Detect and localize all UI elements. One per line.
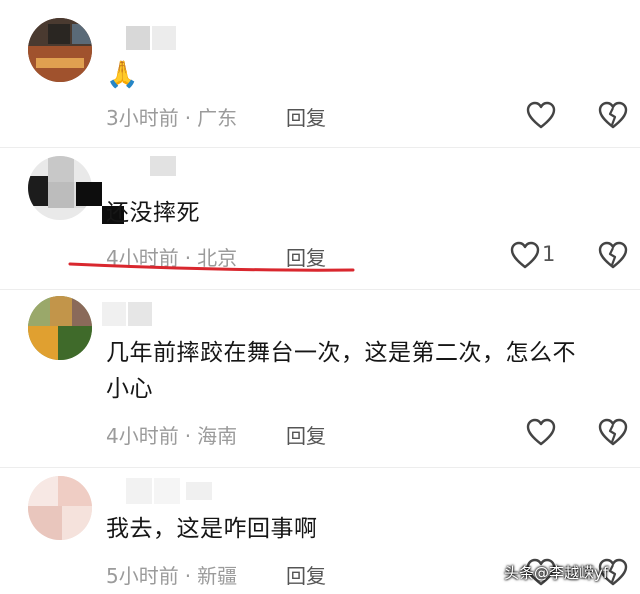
avatar-mosaic: [48, 182, 74, 208]
reply-button[interactable]: 回复: [286, 560, 326, 589]
avatar-mosaic: [72, 296, 92, 326]
comment-meta: 3小时前 · 广东: [106, 102, 237, 131]
avatar-mosaic: [72, 24, 92, 44]
comment-3: 几年前摔跤在舞台一次，这是第二次，怎么不 小心 4小时前 · 海南 回复: [0, 290, 640, 466]
avatar-mosaic: [28, 506, 62, 540]
avatar[interactable]: [28, 18, 92, 82]
meta-separator: ·: [184, 106, 192, 130]
comment-1: 🙏 3小时前 · 广东 回复: [0, 0, 640, 150]
watermark: 头条@李越嵘yf: [504, 564, 609, 582]
meta-separator: ·: [184, 564, 192, 588]
avatar-mosaic: [58, 476, 92, 506]
heart-outline-icon[interactable]: [510, 241, 540, 269]
comment-location: 海南: [197, 424, 238, 448]
avatar-mosaic: [62, 506, 92, 540]
comment-time: 5小时前: [106, 564, 179, 588]
broken-heart-icon[interactable]: [598, 101, 628, 129]
comment-text: 还没摔死: [106, 200, 200, 226]
comment-meta: 4小时前 · 海南: [106, 420, 237, 449]
like-count: 1: [542, 242, 556, 266]
username-mosaic[interactable]: [126, 26, 176, 50]
comment-time: 4小时前: [106, 424, 179, 448]
avatar[interactable]: [28, 296, 92, 360]
broken-heart-icon[interactable]: [598, 418, 628, 446]
comment-text-line: 几年前摔跤在舞台一次，这是第二次，怎么不: [106, 340, 576, 366]
comment-location: 广东: [197, 106, 238, 130]
comment-meta: 5小时前 · 新疆: [106, 560, 237, 589]
avatar-mosaic: [50, 296, 72, 326]
comment-text: 🙏: [106, 60, 139, 90]
comment-location: 新疆: [197, 564, 238, 588]
comment-text: 我去，这是咋回事啊: [106, 516, 318, 542]
reply-button[interactable]: 回复: [286, 420, 326, 449]
broken-heart-icon[interactable]: [598, 241, 628, 269]
avatar-mosaic: [28, 476, 58, 506]
comment-time: 3小时前: [106, 106, 179, 130]
meta-separator: ·: [184, 424, 192, 448]
avatar-mosaic: [48, 24, 70, 44]
avatar-mosaic: [28, 326, 58, 360]
heart-outline-icon[interactable]: [526, 418, 556, 446]
avatar-mosaic: [48, 156, 74, 182]
username-mosaic[interactable]: [102, 302, 152, 326]
reply-button[interactable]: 回复: [286, 102, 326, 131]
avatar-mosaic: [58, 326, 92, 360]
comment-text-line: 小心: [106, 376, 153, 402]
avatar[interactable]: [28, 476, 92, 540]
avatar-mosaic: [36, 58, 84, 68]
username-mosaic[interactable]: [126, 478, 216, 504]
heart-outline-icon[interactable]: [526, 101, 556, 129]
highlight-underline: [68, 262, 355, 272]
avatar-mosaic: [28, 176, 48, 206]
avatar-mosaic: [28, 296, 50, 326]
